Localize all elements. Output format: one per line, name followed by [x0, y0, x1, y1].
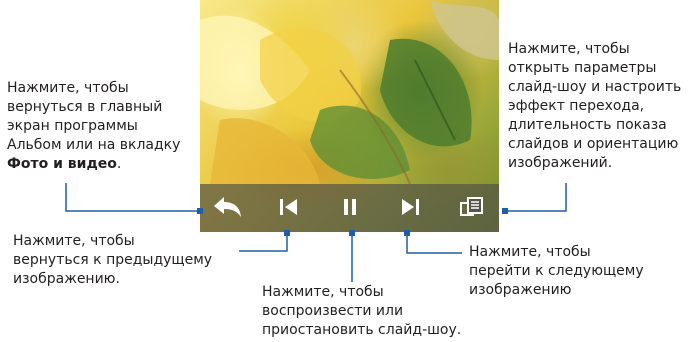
callout-marker-previous: [284, 230, 290, 236]
callout-marker-back: [197, 208, 203, 214]
callout-marker-play-pause: [349, 230, 355, 236]
callout-line-next: [406, 233, 462, 254]
callout-line-back: [65, 183, 197, 212]
callout-line-settings: [505, 183, 567, 212]
callout-line-previous: [239, 233, 288, 252]
callout-marker-next: [404, 230, 410, 236]
callout-lines: [65, 183, 567, 282]
callout-marker-settings: [502, 208, 508, 214]
